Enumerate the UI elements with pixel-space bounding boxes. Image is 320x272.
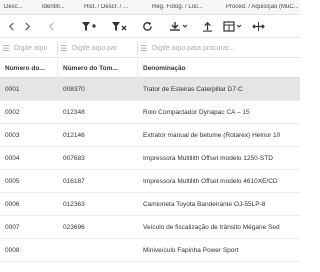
filter-cell-tombo: ☰ — [58, 41, 138, 55]
add-filter-icon[interactable] — [80, 17, 98, 36]
cell-denominacao: Camioneta Toyota Bandeirante OJ-55LP-8 — [143, 200, 266, 208]
cell-denominacao: Rolo Compactador Dynapac CA – 15 — [143, 108, 250, 116]
cell-denominacao: Impressora Multilith Offset modelo 1250-… — [143, 154, 273, 162]
toolbar — [0, 15, 300, 38]
table-row[interactable]: 0005 016187 Impressora Multilith Offset … — [0, 170, 300, 193]
tab-identification[interactable]: Identifi... — [42, 4, 76, 10]
export-icon[interactable] — [168, 17, 190, 36]
cell-numero: 0008 — [5, 246, 20, 254]
cell-numero: 0004 — [5, 154, 20, 162]
filter-icon: ☰ — [60, 43, 68, 53]
cell-tombo: 007683 — [63, 154, 85, 162]
cell-denominacao: Miniveículo Fapinha Power Sport — [143, 246, 239, 254]
column-header-tombo[interactable]: Número do Tom... — [58, 58, 138, 78]
table-row[interactable]: 0001 008370 Trator de Esteiras Caterpill… — [0, 78, 300, 101]
cell-tombo: 023696 — [63, 223, 85, 231]
filter-icon: ☰ — [140, 43, 148, 53]
cell-numero: 0007 — [5, 223, 20, 231]
table-header: Número do... Número do Tom... Denominaçã… — [0, 58, 300, 78]
tab-description[interactable]: Desc... — [4, 4, 34, 10]
cell-tombo: 016187 — [63, 177, 85, 185]
cell-tombo — [58, 239, 138, 261]
cell-denominacao: Veículo de fiscalização de trânsito Méga… — [143, 223, 280, 231]
refresh-icon[interactable] — [140, 17, 154, 36]
table-row[interactable]: 0004 007683 Impressora Multilith Offset … — [0, 147, 300, 170]
filter-cell-numero: ☰ — [0, 41, 58, 55]
column-header-numero[interactable]: Número do... — [0, 58, 58, 78]
filter-tombo-input[interactable] — [70, 42, 136, 54]
table-row[interactable]: 0006 012363 Camioneta Toyota Bandeirante… — [0, 193, 300, 216]
forward-icon[interactable] — [20, 17, 34, 36]
cell-denominacao: Extrator manual de betume (Rotarex) Heln… — [143, 131, 281, 139]
table-body: 0001 008370 Trator de Esteiras Caterpill… — [0, 78, 300, 272]
cell-denominacao: Trator de Esteiras Caterpillar D7-C — [143, 85, 243, 93]
filter-cell-denominacao: ☰ — [138, 41, 300, 55]
expand-columns-icon[interactable] — [250, 17, 266, 36]
back-alt-icon[interactable] — [44, 17, 58, 36]
columns-icon[interactable] — [222, 17, 244, 36]
cell-tombo: 012348 — [63, 108, 85, 116]
cell-denominacao: Impressora Multilith Offset modelo 4610X… — [143, 177, 278, 185]
table-row[interactable]: 0007 023696 Veículo de fiscalização de t… — [0, 216, 300, 239]
tab-history[interactable]: Hist. / Descr. / ... — [84, 4, 140, 10]
tab-bar: Desc... Identifi... Hist. / Descr. / ...… — [0, 0, 300, 15]
cell-numero: 0001 — [5, 85, 20, 93]
cell-numero: 0005 — [5, 177, 20, 185]
column-header-denominacao[interactable]: Denominação — [138, 58, 300, 78]
cell-tombo: 012146 — [63, 131, 85, 139]
filter-numero-input[interactable] — [12, 42, 56, 54]
upload-icon[interactable] — [200, 17, 214, 36]
filter-denominacao-input[interactable] — [150, 42, 298, 54]
cell-numero: 0002 — [5, 108, 20, 116]
table-row[interactable]: 0002 012348 Rolo Compactador Dynapac CA … — [0, 101, 300, 124]
cell-numero: 0006 — [5, 200, 20, 208]
table-row[interactable]: 0003 012146 Extrator manual de betume (R… — [0, 124, 300, 147]
tab-photo-registry[interactable]: Reg. Fotog. / Loc... — [152, 4, 214, 10]
table-row[interactable]: 0008 Miniveículo Fapinha Power Sport — [0, 239, 300, 262]
cell-tombo: 012363 — [63, 200, 85, 208]
filter-icon: ☰ — [2, 43, 10, 53]
remove-filter-icon[interactable] — [110, 17, 128, 36]
filter-row: ☰ ☰ ☰ — [0, 38, 300, 58]
cell-tombo: 008370 — [63, 85, 85, 93]
back-icon[interactable] — [4, 17, 18, 36]
cell-numero: 0003 — [5, 131, 20, 139]
tab-acquisition[interactable]: Proced. / Aquisição (MuC... — [226, 4, 300, 10]
